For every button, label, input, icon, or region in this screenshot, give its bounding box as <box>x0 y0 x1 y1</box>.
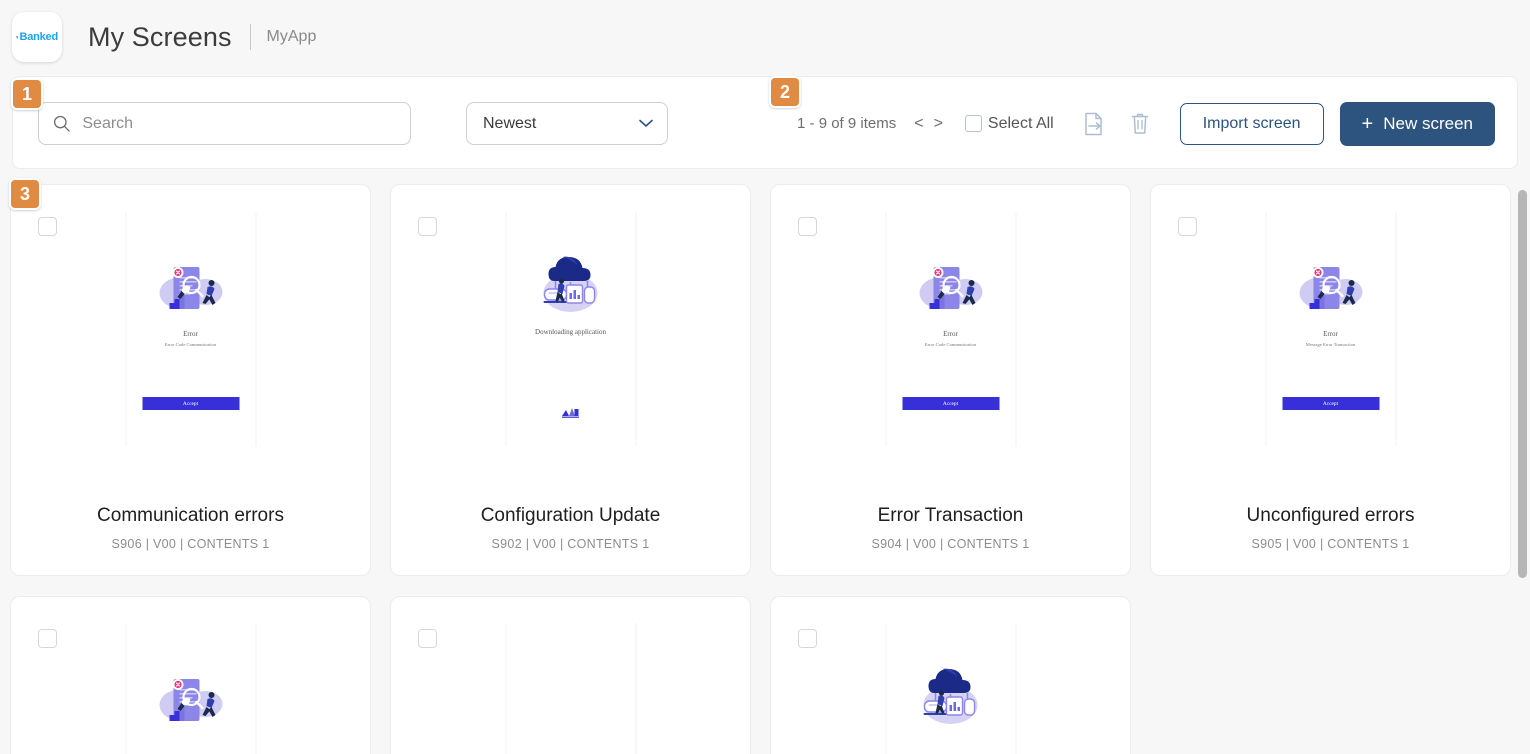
pagination: < > <box>914 115 943 132</box>
card-title: Communication errors <box>97 505 284 526</box>
toolbar: Newest 1 - 9 of 9 items < > Select All <box>12 76 1518 169</box>
thumb-accept-button: Accept <box>902 397 999 410</box>
grid-scrollbar-thumb[interactable] <box>1518 190 1527 578</box>
delete-button[interactable] <box>1126 110 1154 138</box>
page-title: My Screens <box>88 21 232 52</box>
annotation-badge-3: 3 <box>9 178 41 210</box>
app-header: Banked My Screens MyApp <box>0 0 1530 74</box>
screen-card[interactable] <box>390 596 751 754</box>
chevron-down-icon <box>639 119 653 127</box>
thumb-subtitle: Error Code Communication <box>164 342 217 347</box>
screen-card[interactable] <box>10 596 371 754</box>
thumb-accept-button: Accept <box>142 397 239 410</box>
export-document-icon <box>1084 112 1102 135</box>
screen-card[interactable] <box>770 596 1131 754</box>
card-title: Configuration Update <box>480 505 661 526</box>
card-thumbnail: Error Error Code Communication Accept <box>125 211 256 446</box>
card-meta: S905 | V00 | CONTENTS 1 <box>1251 537 1410 551</box>
export-button[interactable] <box>1080 110 1108 138</box>
select-all-control[interactable]: Select All <box>964 114 1054 133</box>
card-select-checkbox[interactable] <box>798 629 817 648</box>
app-name-label: MyApp <box>266 28 317 45</box>
header-divider <box>249 24 251 50</box>
screen-card[interactable]: Error Error Code Communication Accept Co… <box>10 184 371 576</box>
card-thumbnail: Error Message Error Transaction Accept <box>1265 211 1396 446</box>
select-all-label: Select All <box>987 114 1054 132</box>
screens-grid: Error Error Code Communication Accept Co… <box>10 180 1520 754</box>
card-thumbnail <box>125 623 256 754</box>
thumb-title: Error <box>1323 330 1338 338</box>
thumb-subtitle: Error Code Communication <box>924 342 977 347</box>
logo-inner: Banked <box>16 26 58 48</box>
screens-grid-viewport[interactable]: Error Error Code Communication Accept Co… <box>10 180 1520 754</box>
error-magnifier-illustration <box>1299 267 1363 309</box>
card-select-checkbox[interactable] <box>798 217 817 236</box>
trash-icon <box>1131 113 1148 134</box>
sort-select[interactable]: Newest <box>466 102 668 145</box>
card-meta: S904 | V00 | CONTENTS 1 <box>871 537 1030 551</box>
screen-card[interactable]: Error Error Code Communication Accept Er… <box>770 184 1131 576</box>
annotation-badge-2: 2 <box>769 76 801 108</box>
card-title: Error Transaction <box>877 505 1024 526</box>
sort-selected-value: Newest <box>483 114 537 132</box>
search-input[interactable] <box>82 103 396 144</box>
import-screen-button[interactable]: Import screen <box>1179 102 1324 145</box>
cloud-download-illustration <box>923 668 978 724</box>
plus-icon: + <box>1361 112 1374 135</box>
cloud-download-illustration <box>543 256 598 312</box>
toolbar-actions: 1 - 9 of 9 items < > Select All Import s… <box>797 77 1495 170</box>
banked-v-logo-icon <box>16 35 19 39</box>
select-all-checkbox[interactable] <box>964 115 982 132</box>
card-select-checkbox[interactable] <box>418 629 437 648</box>
card-thumbnail <box>505 623 636 754</box>
new-screen-label: New screen <box>1383 113 1473 133</box>
card-thumbnail <box>885 623 1016 754</box>
search-icon <box>54 115 70 132</box>
banked-logo[interactable]: Banked <box>12 12 62 62</box>
card-select-checkbox[interactable] <box>38 629 57 648</box>
search-box[interactable] <box>38 102 411 145</box>
card-thumbnail: Downloading application <box>505 211 636 446</box>
thumb-title: Error <box>183 330 198 338</box>
card-meta: S906 | V00 | CONTENTS 1 <box>111 537 270 551</box>
card-thumbnail: Error Error Code Communication Accept <box>885 211 1016 446</box>
logo-wordmark: Banked <box>19 30 58 43</box>
screen-card[interactable]: Downloading application Configuration Up… <box>390 184 751 576</box>
error-magnifier-illustration <box>159 679 223 721</box>
items-count-label: 1 - 9 of 9 items <box>797 115 897 132</box>
screen-card[interactable]: Error Message Error Transaction Accept U… <box>1150 184 1511 576</box>
thumb-brand-logo-icon <box>562 408 579 418</box>
app-root: Banked My Screens MyApp Newest 1 - 9 of … <box>0 0 1530 754</box>
card-select-checkbox[interactable] <box>1178 217 1197 236</box>
prev-page-button[interactable]: < <box>914 115 923 132</box>
error-magnifier-illustration <box>919 267 983 309</box>
thumb-subtitle: Message Error Transaction <box>1305 342 1356 347</box>
thumb-accept-button: Accept <box>1282 397 1379 410</box>
thumb-title: Downloading application <box>535 328 606 336</box>
annotation-badge-1: 1 <box>11 78 43 110</box>
next-page-button[interactable]: > <box>934 115 943 132</box>
thumb-title: Error <box>943 330 958 338</box>
card-meta: S902 | V00 | CONTENTS 1 <box>491 537 650 551</box>
new-screen-button[interactable]: + New screen <box>1339 101 1495 146</box>
error-magnifier-illustration <box>159 267 223 309</box>
card-title: Unconfigured errors <box>1246 505 1415 526</box>
card-select-checkbox[interactable] <box>38 217 57 236</box>
card-select-checkbox[interactable] <box>418 217 437 236</box>
